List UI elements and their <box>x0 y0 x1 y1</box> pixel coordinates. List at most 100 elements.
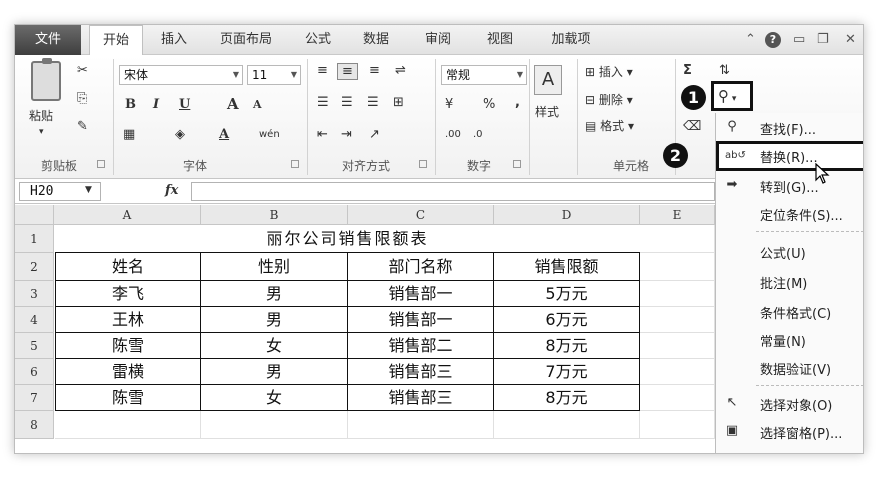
decrease-decimal-icon[interactable]: .0 <box>473 129 483 140</box>
row-header[interactable]: 3 <box>15 281 54 307</box>
phonetic-button[interactable]: wén <box>259 129 280 140</box>
table-header-cell[interactable]: 性别 <box>201 253 348 281</box>
table-cell[interactable]: 男 <box>201 307 348 333</box>
table-cell[interactable]: 王林 <box>55 307 201 333</box>
name-box-dropdown-icon[interactable]: ▼ <box>85 185 92 195</box>
menu-item-goto[interactable]: ➡ 转到(G)... <box>716 173 863 197</box>
bold-button[interactable]: B <box>125 97 136 112</box>
table-cell[interactable] <box>494 411 640 439</box>
minimize-icon[interactable]: ▭ <box>793 32 805 47</box>
tab-file[interactable]: 文件 <box>15 25 81 55</box>
row-header[interactable]: 2 <box>15 253 54 281</box>
delete-cells-button[interactable]: ⊟ 删除 ▾ <box>585 91 633 108</box>
table-cell[interactable]: 8万元 <box>494 385 640 411</box>
menu-item-constants[interactable]: 常量(N) <box>716 327 863 351</box>
cut-icon[interactable]: ✂ <box>77 63 88 78</box>
table-cell[interactable] <box>640 225 715 253</box>
increase-decimal-icon[interactable]: .00 <box>445 129 461 140</box>
table-cell[interactable]: 5万元 <box>494 281 640 307</box>
find-select-button[interactable]: ⚲ ▾ <box>711 81 753 111</box>
table-header-cell[interactable]: 姓名 <box>55 253 201 281</box>
borders-icon[interactable]: ▦ <box>123 127 135 142</box>
table-header-cell[interactable]: 部门名称 <box>348 253 494 281</box>
number-launcher-icon[interactable] <box>513 160 521 168</box>
tab-review[interactable]: 审阅 <box>417 25 459 55</box>
menu-item-select-objects[interactable]: ↖ 选择对象(O) <box>716 391 863 415</box>
row-header[interactable]: 7 <box>15 385 54 411</box>
table-cell[interactable] <box>640 333 715 359</box>
decrease-indent-icon[interactable]: ⇤ <box>317 127 328 142</box>
table-cell[interactable]: 7万元 <box>494 359 640 385</box>
font-name-combo[interactable]: 宋体 ▼ <box>119 65 243 85</box>
menu-item-conditional-formatting[interactable]: 条件格式(C) <box>716 299 863 323</box>
tab-home[interactable]: 开始 <box>89 25 143 56</box>
italic-button[interactable]: I <box>153 97 159 112</box>
table-cell[interactable] <box>640 385 715 411</box>
clear-icon[interactable]: ⌫ <box>683 119 701 134</box>
fill-color-icon[interactable]: ◈ <box>175 127 185 142</box>
font-color-button[interactable]: A <box>219 127 229 142</box>
tab-insert[interactable]: 插入 <box>151 25 197 55</box>
menu-item-find[interactable]: ⚲ 查找(F)... <box>716 115 863 139</box>
copy-icon[interactable]: ⎘ <box>77 91 87 106</box>
autosum-button[interactable]: Σ <box>683 63 692 78</box>
menu-item-selection-pane[interactable]: ▣ 选择窗格(P)... <box>716 419 863 443</box>
currency-icon[interactable]: ¥ <box>445 97 453 112</box>
column-header-e[interactable]: E <box>640 205 715 225</box>
column-header-a[interactable]: A <box>54 205 201 225</box>
table-header-cell[interactable]: 销售限额 <box>494 253 640 281</box>
percent-button[interactable]: % <box>483 97 495 112</box>
styles-label[interactable]: 样式 <box>535 103 559 120</box>
font-size-combo[interactable]: 11 ▼ <box>247 65 301 85</box>
close-icon[interactable]: ✕ <box>845 32 856 47</box>
ribbon-collapse-icon[interactable]: ⌃ <box>745 32 756 47</box>
table-cell[interactable]: 陈雪 <box>55 385 201 411</box>
tab-addins[interactable]: 加载项 <box>541 25 601 55</box>
paste-icon[interactable] <box>31 58 61 101</box>
orientation-icon[interactable]: ↗ <box>369 127 380 142</box>
menu-item-formulas[interactable]: 公式(U) <box>716 239 863 263</box>
merge-center-icon[interactable]: ⊞ <box>393 95 404 110</box>
row-header[interactable]: 1 <box>15 225 54 253</box>
column-header-d[interactable]: D <box>494 205 640 225</box>
table-cell[interactable] <box>640 411 715 439</box>
row-header[interactable]: 6 <box>15 359 54 385</box>
table-cell[interactable] <box>55 411 201 439</box>
table-cell[interactable] <box>640 281 715 307</box>
table-cell[interactable]: 女 <box>201 385 348 411</box>
table-cell[interactable] <box>348 411 494 439</box>
align-right-icon[interactable]: ☰ <box>367 95 379 110</box>
table-cell[interactable]: 女 <box>201 333 348 359</box>
align-center-icon[interactable]: ☰ <box>341 95 353 110</box>
tab-data[interactable]: 数据 <box>355 25 397 55</box>
table-cell[interactable]: 销售部一 <box>348 281 494 307</box>
shrink-font-button[interactable]: A <box>253 98 262 111</box>
underline-button[interactable]: U <box>179 97 190 112</box>
help-icon[interactable]: ? <box>765 32 781 48</box>
align-top-icon[interactable]: ≡ <box>317 63 328 78</box>
tab-page-layout[interactable]: 页面布局 <box>211 25 281 55</box>
table-cell[interactable]: 雷横 <box>55 359 201 385</box>
grow-font-button[interactable]: A <box>227 95 239 113</box>
table-cell[interactable] <box>640 359 715 385</box>
paste-dropdown-icon[interactable]: ▾ <box>39 127 44 137</box>
table-cell[interactable]: 陈雪 <box>55 333 201 359</box>
menu-item-replace[interactable]: ab↺ 替换(R)... <box>716 141 863 171</box>
restore-icon[interactable]: ❐ <box>817 32 829 47</box>
clipboard-launcher-icon[interactable] <box>97 160 105 168</box>
table-cell[interactable]: 销售部三 <box>348 359 494 385</box>
sheet-title-cell[interactable]: 丽尔公司销售限额表 <box>55 225 640 253</box>
insert-function-button[interactable]: fx <box>165 183 178 198</box>
column-header-b[interactable]: B <box>201 205 348 225</box>
format-painter-icon[interactable]: ✎ <box>77 119 88 134</box>
table-cell[interactable]: 8万元 <box>494 333 640 359</box>
align-middle-icon[interactable]: ≡ <box>337 63 358 80</box>
table-cell[interactable]: 男 <box>201 359 348 385</box>
menu-item-comments[interactable]: 批注(M) <box>716 269 863 293</box>
tab-formulas[interactable]: 公式 <box>297 25 339 55</box>
select-all-corner[interactable] <box>15 205 54 225</box>
row-header[interactable]: 4 <box>15 307 54 333</box>
formula-input[interactable] <box>191 182 715 201</box>
menu-item-goto-special[interactable]: 定位条件(S)... <box>716 201 863 225</box>
table-cell[interactable]: 男 <box>201 281 348 307</box>
